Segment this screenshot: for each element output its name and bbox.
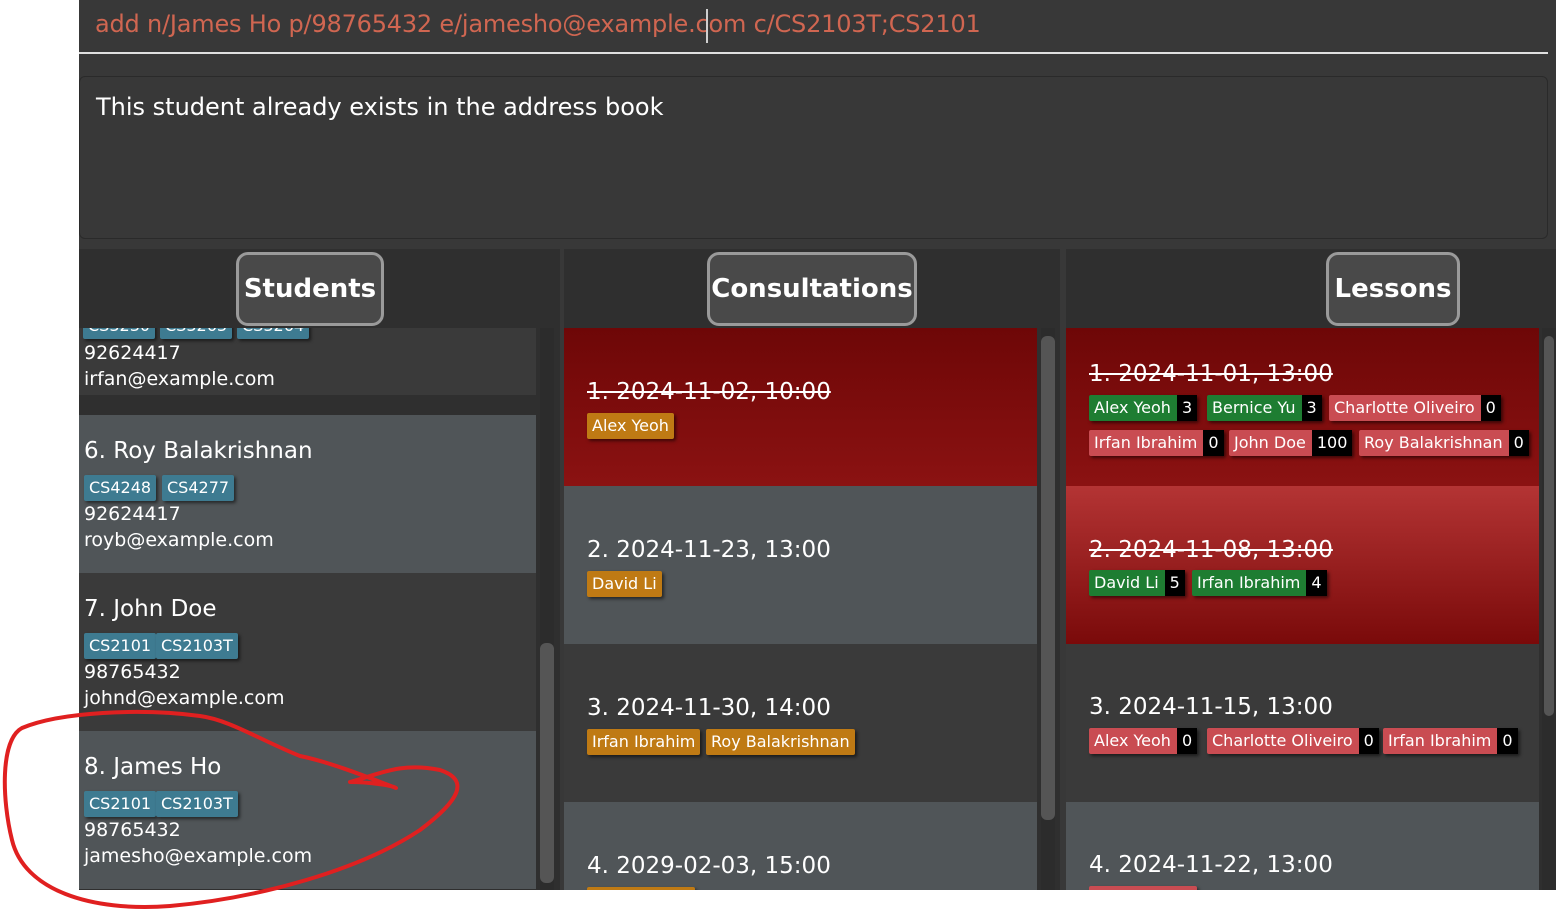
consult-student-tag: Alex Yeoh <box>587 413 674 439</box>
student-card[interactable]: CS3230 CS3263 CS3264 92624417 irfan@exam… <box>79 328 536 395</box>
student-email: jamesho@example.com <box>84 845 313 867</box>
attendee-tag: Roy Balakrishnan 0 <box>1359 430 1529 456</box>
module-tag: CS3263 <box>160 328 233 339</box>
attendee-tag: Irfan Ibrahim 0 <box>1383 728 1518 754</box>
consultation-card[interactable]: 3. 2024-11-30, 14:00 Irfan Ibrahim Roy B… <box>564 644 1037 802</box>
lesson-scrollbar[interactable] <box>1542 328 1556 890</box>
lesson-datetime: 2. 2024-11-08, 13:00 <box>1089 537 1333 563</box>
result-display: This student already exists in the addre… <box>79 76 1548 239</box>
students-header: Students <box>236 252 384 326</box>
lesson-card[interactable]: 3. 2024-11-15, 13:00 Alex Yeoh 0 Charlott… <box>1066 644 1539 802</box>
lesson-datetime: 4. 2024-11-22, 13:00 <box>1089 852 1333 878</box>
consultation-datetime: 4. 2029-02-03, 15:00 <box>587 853 831 879</box>
consultation-datetime: 1. 2024-11-02, 10:00 <box>587 379 831 405</box>
attendee-tag: Alex Yeoh 3 <box>1089 395 1198 421</box>
consult-student-tag: Roy Balakrishnan <box>706 729 855 755</box>
student-card[interactable]: 8. James Ho CS2101 CS2103T 98765432 jame… <box>79 731 536 889</box>
student-phone: 92624417 <box>84 503 181 525</box>
student-email: irfan@example.com <box>84 368 275 390</box>
result-message: This student already exists in the addre… <box>96 93 664 121</box>
scrollbar-thumb[interactable] <box>540 643 554 883</box>
lesson-card[interactable]: 2. 2024-11-08, 13:00 David Li 5 Irfan Ibr… <box>1066 486 1539 644</box>
lesson-card[interactable]: 4. 2024-11-22, 13:00 <box>1066 802 1539 890</box>
module-tag: CS2101 <box>84 633 157 659</box>
consult-student-tag: Irfan Ibrahim <box>587 729 701 755</box>
students-panel: CS3230 CS3263 CS3264 92624417 irfan@exam… <box>79 249 560 890</box>
app-window: add n/James Ho p/98765432 e/jamesho@exam… <box>79 0 1556 890</box>
student-list[interactable]: CS3230 CS3263 CS3264 92624417 irfan@exam… <box>79 328 536 890</box>
module-tag: CS4277 <box>162 475 235 501</box>
consult-student-tag: David Li <box>587 571 662 597</box>
student-card[interactable]: 7. John Doe CS2101 CS2103T 98765432 john… <box>79 573 536 731</box>
scrollbar-thumb[interactable] <box>1544 336 1554 716</box>
consult-student-tag <box>587 887 695 890</box>
module-tag: CS2103T <box>156 633 238 659</box>
student-phone: 92624417 <box>84 342 181 364</box>
student-name: 6. Roy Balakrishnan <box>84 438 313 464</box>
consultation-scrollbar[interactable] <box>1041 328 1055 890</box>
consultation-datetime: 2. 2024-11-23, 13:00 <box>587 537 831 563</box>
scrollbar-thumb[interactable] <box>1041 336 1055 820</box>
lesson-datetime: 3. 2024-11-15, 13:00 <box>1089 694 1333 720</box>
module-tag: CS2103T <box>156 791 238 817</box>
attendee-tag: Irfan Ibrahim 4 <box>1192 570 1327 596</box>
module-tag: CS2101 <box>84 791 157 817</box>
attendee-tag: John Doe 100 <box>1229 430 1353 456</box>
consultation-list[interactable]: 1. 2024-11-02, 10:00 Alex Yeoh 2. 2024-1… <box>564 328 1037 890</box>
consultation-datetime: 3. 2024-11-30, 14:00 <box>587 695 831 721</box>
student-email: royb@example.com <box>84 529 274 551</box>
command-underline <box>79 52 1548 54</box>
lesson-datetime: 1. 2024-11-01, 13:00 <box>1089 361 1333 387</box>
student-email: johnd@example.com <box>84 687 285 709</box>
consultation-card[interactable]: 1. 2024-11-02, 10:00 Alex Yeoh <box>564 328 1037 486</box>
text-caret <box>706 9 708 43</box>
student-phone: 98765432 <box>84 819 181 841</box>
module-tag: CS3264 <box>237 328 310 339</box>
module-tag: CS3230 <box>83 328 156 339</box>
attendee-tag: David Li 5 <box>1089 570 1185 596</box>
attendee-tag: Alex Yeoh 0 <box>1089 728 1198 754</box>
student-phone: 98765432 <box>84 661 181 683</box>
consultations-panel: 1. 2024-11-02, 10:00 Alex Yeoh 2. 2024-1… <box>564 249 1060 890</box>
student-name: 7. John Doe <box>84 596 217 622</box>
student-name: 8. James Ho <box>84 754 222 780</box>
module-tag: CS4248 <box>84 475 157 501</box>
command-box[interactable]: add n/James Ho p/98765432 e/jamesho@exam… <box>79 0 1556 60</box>
consultation-card[interactable]: 4. 2029-02-03, 15:00 <box>564 802 1037 890</box>
command-input[interactable]: add n/James Ho p/98765432 e/jamesho@exam… <box>95 10 981 38</box>
student-scrollbar[interactable] <box>540 328 554 890</box>
student-card[interactable]: 6. Roy Balakrishnan CS4248 CS4277 926244… <box>79 415 536 573</box>
lesson-card[interactable]: 1. 2024-11-01, 13:00 Alex Yeoh 3 Bernice … <box>1066 328 1539 486</box>
consultations-header: Consultations <box>707 252 917 326</box>
lesson-list[interactable]: 1. 2024-11-01, 13:00 Alex Yeoh 3 Bernice … <box>1066 328 1539 890</box>
consultation-card[interactable]: 2. 2024-11-23, 13:00 David Li <box>564 486 1037 644</box>
attendee-tag: Irfan Ibrahim 0 <box>1089 430 1224 456</box>
attendee-tag: Charlotte Oliveiro 0 <box>1329 395 1501 421</box>
attendee-tag: Charlotte Oliveiro 0 <box>1207 728 1379 754</box>
lessons-header: Lessons <box>1326 252 1460 326</box>
attendee-tag: Bernice Yu 3 <box>1207 395 1322 421</box>
attendee-tag <box>1089 886 1197 890</box>
lessons-panel: 1. 2024-11-01, 13:00 Alex Yeoh 3 Bernice … <box>1066 249 1556 890</box>
